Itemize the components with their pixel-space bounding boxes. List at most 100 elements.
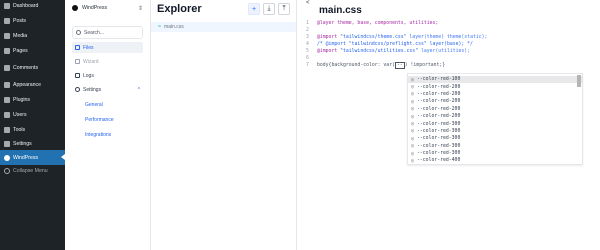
palette-icon: ◎ [411, 143, 415, 150]
nav-files-label: Files [83, 44, 94, 51]
code-area[interactable]: 1 @layer theme, base, components, utiliti… [306, 20, 487, 69]
wp-menu-item-dashboard[interactable]: Dashboard [0, 0, 65, 13]
wp-menu-label: Settings [13, 140, 32, 147]
explorer-actions: + ⤓ ⤒ [248, 3, 290, 15]
wp-menu-item-tools[interactable]: Tools [0, 122, 65, 137]
nav-logs[interactable]: Logs [72, 70, 143, 81]
code-token: @layer theme, base, components, utilitie… [317, 21, 439, 26]
file-item-label: main.css [164, 24, 184, 30]
palette-icon: ◎ [411, 98, 415, 105]
nav-integrations[interactable]: Integrations [85, 130, 143, 140]
explorer-title: Explorer [157, 3, 202, 15]
autocomplete-item[interactable]: ◎ --color-red-200 [408, 83, 582, 90]
autocomplete-label: --color-red-300 [417, 121, 461, 127]
brush-icon [4, 81, 10, 88]
autocomplete-label: --color-red-200 [417, 84, 461, 90]
add-file-button[interactable]: + [248, 3, 260, 15]
nav-general[interactable]: General [85, 100, 143, 110]
autocomplete-item[interactable]: ◎ --color-red-300 [408, 143, 582, 150]
brand-name: WindPress [82, 5, 108, 11]
palette-icon: ◎ [411, 157, 415, 164]
plugin-sidebar: WindPress ⇕ Search... Files Wizard Logs … [65, 0, 151, 250]
file-item-main-css[interactable]: ≈ main.css [151, 22, 296, 32]
wp-menu-item-settings[interactable]: Settings [0, 136, 65, 151]
code-line: 7 body{background-color: var(--) !importa… [306, 62, 487, 69]
autocomplete-item[interactable]: ◎ --color-red-100 [408, 76, 582, 84]
autocomplete-item[interactable]: ◎ --color-red-200 [408, 98, 582, 105]
wp-menu-item-media[interactable]: Media [0, 28, 65, 43]
palette-icon: ◎ [411, 121, 415, 128]
nav-wizard[interactable]: Wizard [72, 56, 143, 67]
search-label: Search... [84, 29, 105, 36]
download-icon[interactable]: ⤓ [263, 3, 275, 15]
code-line: 1 @layer theme, base, components, utiliti… [306, 20, 487, 27]
nav-settings[interactable]: Settings ^ [72, 84, 143, 95]
autocomplete-item[interactable]: ◎ --color-red-300 [408, 128, 582, 135]
autocomplete-item[interactable]: ◎ --color-red-300 [408, 120, 582, 127]
nav-settings-label: Settings [83, 86, 102, 93]
autocomplete-label: --color-red-200 [417, 91, 461, 97]
autocomplete-list: ◎ --color-red-100 ◎ --color-red-200 ◎ --color… [408, 74, 582, 165]
logs-icon [75, 73, 80, 78]
line-number: 2 [306, 28, 309, 33]
wp-menu-item-comments[interactable]: Comments [0, 60, 65, 75]
nav-files[interactable]: Files [72, 42, 143, 53]
plug-icon [4, 96, 10, 103]
dashboard-icon [4, 2, 10, 9]
collapse-icon [4, 167, 10, 174]
wp-menu-item-collapse-menu[interactable]: Collapse Menu [0, 163, 65, 178]
autocomplete-item[interactable]: ◎ --color-red-400 [408, 157, 582, 164]
wand-icon [75, 59, 80, 64]
code-token: layer(theme) theme(static); [409, 35, 488, 40]
wp-menu-item-plugins[interactable]: Plugins [0, 92, 65, 107]
wp-menu-item-users[interactable]: Users [0, 107, 65, 122]
palette-icon: ◎ [411, 106, 415, 113]
wp-menu-item-pages[interactable]: Pages [0, 43, 65, 58]
explorer-header: Explorer + ⤓ ⤒ [151, 0, 296, 18]
nav-wizard-label: Wizard [83, 58, 99, 65]
windpress-logo-icon [72, 5, 78, 11]
autocomplete-label: --color-red-400 [417, 158, 461, 164]
wp-menu-label: Posts [13, 17, 26, 24]
wp-menu-label: Appearance [13, 81, 41, 88]
nav-performance[interactable]: Performance [85, 115, 143, 125]
back-arrow-icon[interactable]: < [306, 0, 310, 6]
autocomplete-item[interactable]: ◎ --color-red-300 [408, 150, 582, 157]
wp-menu-label: Tools [13, 126, 26, 133]
code-token: /* @import "tailwindcss/preflight.css" l… [317, 42, 473, 47]
autocomplete-label: --color-red-100 [417, 77, 461, 83]
line-number: 1 [306, 21, 309, 26]
upload-icon[interactable]: ⤒ [278, 3, 290, 15]
autocomplete-item[interactable]: ◎ --color-red-300 [408, 135, 582, 142]
page-icon [4, 47, 10, 54]
autocomplete-item[interactable]: ◎ --color-red-200 [408, 106, 582, 113]
search-icon [76, 30, 81, 35]
wp-menu-label: Dashboard [13, 2, 39, 9]
chevron-updown-icon: ⇕ [137, 5, 143, 12]
tailwind-icon: ≈ [158, 24, 162, 30]
settings-icon [4, 140, 10, 147]
wp-menu-label: Users [13, 111, 27, 118]
palette-icon: ◎ [411, 128, 415, 135]
palette-icon: ◎ [411, 76, 415, 83]
wp-menu-label: WindPress [13, 154, 39, 161]
autocomplete-item[interactable]: ◎ --color-red-200 [408, 91, 582, 98]
code-line: 4 /* @import "tailwindcss/preflight.css" … [306, 41, 487, 48]
explorer-panel: Explorer + ⤓ ⤒ ≈ main.css [151, 0, 297, 250]
autocomplete-scrollbar[interactable] [577, 75, 581, 87]
code-line: 5 @import "tailwindcss/utilities.css" lay… [306, 48, 487, 55]
wp-menu-item-appearance[interactable]: Appearance [0, 77, 65, 92]
wp-menu-item-posts[interactable]: Posts [0, 13, 65, 28]
autocomplete-label: --color-red-200 [417, 99, 461, 105]
search-button[interactable]: Search... [72, 26, 143, 39]
autocomplete-item[interactable]: ◎ --color-red-200 [408, 113, 582, 120]
brand-switcher[interactable]: WindPress ⇕ [65, 0, 150, 16]
autocomplete-label: --color-red-200 [417, 114, 461, 120]
line-number: 3 [306, 35, 309, 40]
pin-icon [4, 17, 10, 24]
autocomplete-label: --color-red-300 [417, 136, 461, 142]
wp-menu-label: Pages [13, 47, 28, 54]
wp-menu-label: Comments [13, 64, 39, 71]
code-line: 3 @import "tailwindcss/theme.css" layer(t… [306, 34, 487, 41]
wp-menu-label: Collapse Menu [13, 167, 48, 174]
